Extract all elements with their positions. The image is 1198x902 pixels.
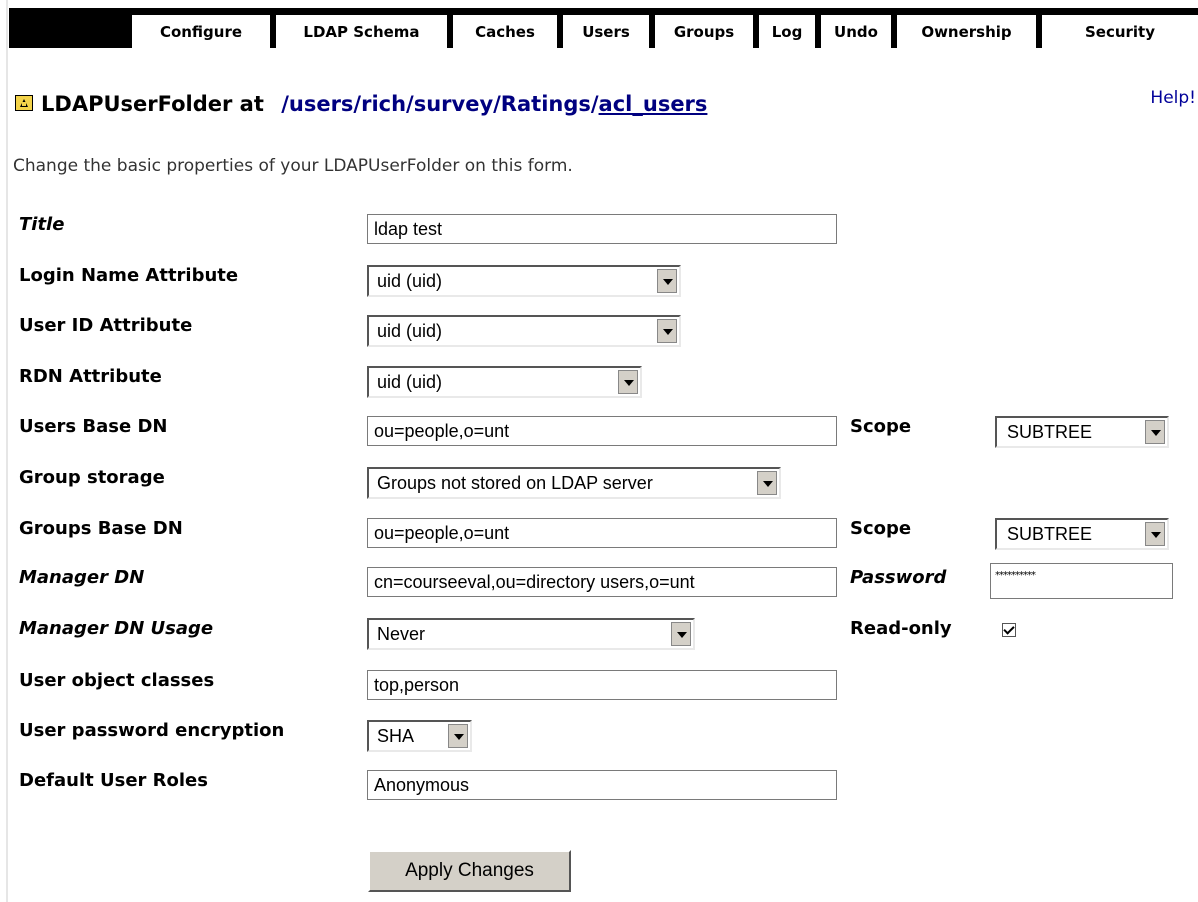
read-only-checkbox[interactable] xyxy=(1002,623,1016,637)
groups-scope-value: SUBTREE xyxy=(1007,524,1093,544)
chevron-down-icon[interactable] xyxy=(1145,420,1165,444)
password-field[interactable]: ********** xyxy=(990,563,1173,599)
tab-caches[interactable]: Caches xyxy=(453,8,563,48)
group-storage-value: Groups not stored on LDAP server xyxy=(377,473,653,493)
users-scope-select[interactable]: SUBTREE xyxy=(995,416,1169,448)
help-link[interactable]: Help! xyxy=(1150,88,1196,108)
user-password-encryption-value: SHA xyxy=(377,726,415,746)
manager-dn-usage-row: Manager DN Usage Never Read-only xyxy=(0,618,1198,662)
manager-dn-usage-value: Never xyxy=(377,624,426,644)
rdn-attribute-row: RDN Attribute uid (uid) xyxy=(0,366,1198,410)
users-scope-value: SUBTREE xyxy=(1007,422,1093,442)
tabs: Configure LDAP Schema Caches Users Group… xyxy=(132,8,1198,48)
user-password-encryption-select[interactable]: SHA xyxy=(367,720,472,752)
title-label: Title xyxy=(19,214,65,235)
read-only-label: Read-only xyxy=(850,618,952,639)
page-title: LDAPUserFolder at /users/rich/survey/Rat… xyxy=(41,92,707,116)
password-label: Password xyxy=(850,567,947,588)
users-base-dn-row: Users Base DN ou=people,o=unt Scope SUBT… xyxy=(0,416,1198,460)
user-id-attribute-value: uid (uid) xyxy=(377,321,443,341)
intro-text: Change the basic properties of your LDAP… xyxy=(13,156,573,176)
tab-undo[interactable]: Undo xyxy=(821,8,897,48)
page-header: LDAPUserFolder at /users/rich/survey/Rat… xyxy=(13,88,1198,123)
ldap-user-folder-icon xyxy=(15,95,33,111)
chevron-down-icon[interactable] xyxy=(671,622,691,646)
groups-scope-select[interactable]: SUBTREE xyxy=(995,518,1169,550)
chevron-down-icon[interactable] xyxy=(657,319,677,343)
tab-bar-left-fill xyxy=(9,8,132,48)
user-object-classes-row: User object classes top,person xyxy=(0,670,1198,714)
tab-security[interactable]: Security xyxy=(1042,8,1198,48)
manager-dn-usage-select[interactable]: Never xyxy=(367,618,695,650)
tab-ldap-schema[interactable]: LDAP Schema xyxy=(276,8,453,48)
tab-groups[interactable]: Groups xyxy=(655,8,759,48)
groups-base-dn-input[interactable]: ou=people,o=unt xyxy=(367,518,837,548)
chevron-down-icon[interactable] xyxy=(1145,522,1165,546)
manager-dn-usage-label: Manager DN Usage xyxy=(19,618,214,639)
title-prefix: LDAPUserFolder at xyxy=(41,92,264,116)
page: Configure LDAP Schema Caches Users Group… xyxy=(0,0,1198,902)
default-user-roles-label: Default User Roles xyxy=(19,770,208,791)
rdn-attribute-value: uid (uid) xyxy=(377,372,443,392)
tab-log[interactable]: Log xyxy=(759,8,821,48)
chevron-down-icon[interactable] xyxy=(757,471,777,495)
rdn-attribute-label: RDN Attribute xyxy=(19,366,162,387)
manager-dn-label: Manager DN xyxy=(19,567,145,588)
default-user-roles-row: Default User Roles Anonymous xyxy=(0,770,1198,814)
login-name-attribute-label: Login Name Attribute xyxy=(19,265,239,286)
chevron-down-icon[interactable] xyxy=(448,724,468,748)
chevron-down-icon[interactable] xyxy=(618,370,638,394)
user-id-attribute-row: User ID Attribute uid (uid) xyxy=(0,315,1198,359)
user-id-attribute-select[interactable]: uid (uid) xyxy=(367,315,681,347)
title-input[interactable]: ldap test xyxy=(367,214,837,244)
breadcrumb-path[interactable]: /users/rich/survey/Ratings/ xyxy=(281,92,598,116)
manager-dn-input[interactable]: cn=courseeval,ou=directory users,o=unt xyxy=(367,567,837,597)
user-password-encryption-row: User password encryption SHA xyxy=(0,720,1198,764)
user-object-classes-input[interactable]: top,person xyxy=(367,670,837,700)
login-name-attribute-value: uid (uid) xyxy=(377,271,443,291)
default-user-roles-input[interactable]: Anonymous xyxy=(367,770,837,800)
login-name-attribute-row: Login Name Attribute uid (uid) xyxy=(0,265,1198,309)
users-scope-label: Scope xyxy=(850,416,912,437)
user-object-classes-label: User object classes xyxy=(19,670,215,691)
groups-base-dn-row: Groups Base DN ou=people,o=unt Scope SUB… xyxy=(0,518,1198,562)
users-base-dn-input[interactable]: ou=people,o=unt xyxy=(367,416,837,446)
rdn-attribute-select[interactable]: uid (uid) xyxy=(367,366,642,398)
tab-configure[interactable]: Configure xyxy=(132,8,276,48)
breadcrumb-link-acl-users[interactable]: acl_users xyxy=(599,92,708,116)
apply-changes-button[interactable]: Apply Changes xyxy=(368,850,571,892)
title-row: Title ldap test xyxy=(0,214,1198,258)
login-name-attribute-select[interactable]: uid (uid) xyxy=(367,265,681,297)
groups-scope-label: Scope xyxy=(850,518,912,539)
chevron-down-icon[interactable] xyxy=(657,269,677,293)
breadcrumb: /users/rich/survey/Ratings/acl_users xyxy=(281,92,707,116)
users-base-dn-label: Users Base DN xyxy=(19,416,168,437)
tab-bar: Configure LDAP Schema Caches Users Group… xyxy=(0,0,1198,48)
groups-base-dn-label: Groups Base DN xyxy=(19,518,183,539)
user-password-encryption-label: User password encryption xyxy=(19,720,285,741)
tab-ownership[interactable]: Ownership xyxy=(897,8,1042,48)
group-storage-row: Group storage Groups not stored on LDAP … xyxy=(0,467,1198,511)
group-storage-label: Group storage xyxy=(19,467,165,488)
manager-dn-row: Manager DN cn=courseeval,ou=directory us… xyxy=(0,563,1198,611)
user-id-attribute-label: User ID Attribute xyxy=(19,315,193,336)
tab-users[interactable]: Users xyxy=(563,8,655,48)
group-storage-select[interactable]: Groups not stored on LDAP server xyxy=(367,467,781,499)
